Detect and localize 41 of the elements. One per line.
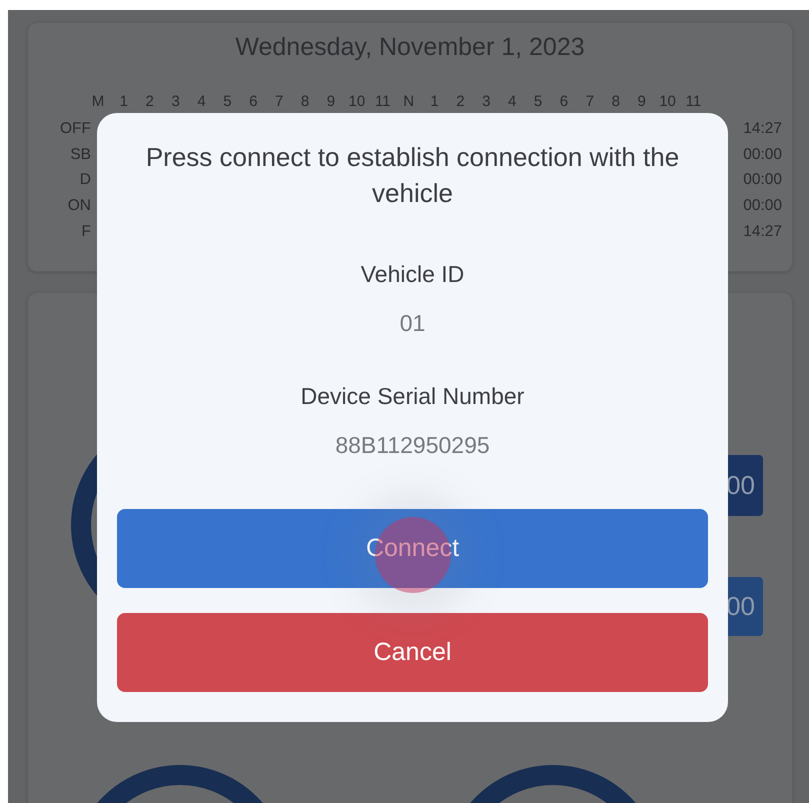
hour-label: 8	[610, 93, 621, 110]
date-title: Wednesday, November 1, 2023	[234, 33, 586, 62]
cancel-button[interactable]: Cancel	[117, 613, 708, 692]
field-label: Vehicle ID	[360, 261, 466, 288]
status-label: D	[78, 171, 91, 190]
hour-label: 9	[326, 93, 336, 110]
hour-label: 10	[658, 93, 677, 110]
hour-label: 2	[144, 93, 155, 110]
status-label: ON	[66, 196, 91, 215]
hour-label: M	[90, 93, 106, 110]
status-label: OFF	[59, 120, 91, 138]
status-total: 14:27	[742, 222, 782, 241]
hour-label: 11	[374, 93, 392, 110]
hour-label: 3	[170, 93, 181, 110]
hour-label: 7	[274, 93, 284, 110]
status-total: 00:00	[742, 171, 782, 190]
hour-label: 4	[507, 93, 518, 110]
hour-label: 5	[222, 93, 233, 110]
hour-label: 4	[196, 93, 207, 110]
hour-label: 2	[455, 93, 466, 110]
hour-label: 1	[118, 93, 129, 110]
hour-label: 8	[300, 93, 310, 110]
field-value: 88B112950295	[334, 432, 491, 459]
dialog-title: Press connect to establish connection with the vehicle	[144, 141, 680, 210]
status-label: F	[80, 222, 91, 241]
hour-label: N	[402, 93, 416, 110]
hour-label: 11	[684, 93, 702, 110]
status-total: 00:00	[742, 146, 782, 164]
hour-label: 6	[558, 93, 570, 110]
hour-label: 5	[532, 93, 544, 110]
hour-label: 3	[481, 93, 492, 110]
hour-label: 1	[429, 93, 440, 110]
status-total: 00:00	[742, 196, 782, 215]
field-value: 01	[398, 310, 426, 337]
field-label: Device Serial Number	[300, 383, 526, 410]
hour-label: 9	[636, 93, 647, 110]
hour-label: 7	[584, 93, 596, 110]
status-total: 14:27	[742, 120, 782, 138]
hour-label: 10	[348, 93, 366, 110]
status-label: SB	[69, 146, 91, 164]
hour-label: 6	[248, 93, 258, 110]
